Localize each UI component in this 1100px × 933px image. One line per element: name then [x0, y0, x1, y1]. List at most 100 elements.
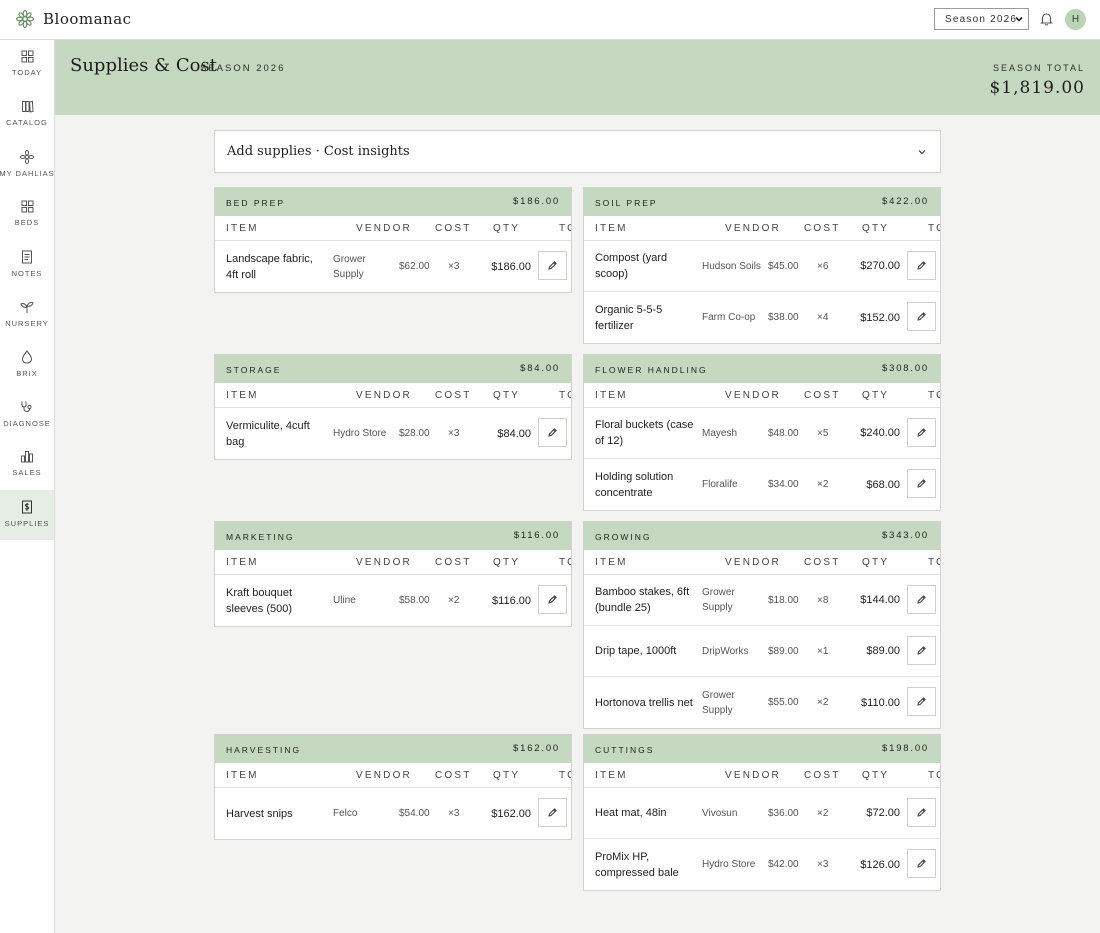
bell-icon[interactable]: [1040, 12, 1053, 26]
category-card-marketing: MARKETING $116.00 ITEM VENDOR COST QTY TO Kraft…: [214, 521, 572, 627]
column-header: ITEM: [226, 390, 259, 401]
item-cost: $55.00: [768, 697, 799, 708]
category-name: BED PREP: [226, 198, 285, 208]
sidebar-item-label: DIAGNOSE: [3, 419, 51, 428]
pencil-icon: [917, 261, 926, 270]
edit-item-button[interactable]: [907, 687, 936, 716]
column-header: VENDOR: [356, 223, 412, 234]
table-header: ITEM VENDOR COST QTY TO: [215, 383, 571, 408]
pencil-icon: [548, 428, 557, 437]
table-row: Holding solution concentrate Floralife $34…: [584, 459, 940, 510]
pencil-icon: [917, 428, 926, 437]
column-header: COST: [804, 770, 841, 781]
item-total: $186.00: [491, 260, 531, 273]
edit-item-button[interactable]: [907, 302, 936, 331]
sidebar-item-my-dahlias[interactable]: MY DAHLIAS: [0, 140, 54, 190]
table-header: ITEM VENDOR COST QTY TO: [584, 763, 940, 788]
edit-item-button[interactable]: [538, 418, 567, 447]
edit-item-button[interactable]: [907, 849, 936, 878]
item-cost: $28.00: [399, 428, 430, 439]
edit-item-button[interactable]: [538, 251, 567, 280]
item-cost: $58.00: [399, 595, 430, 606]
chevron-down-icon: [1015, 16, 1023, 22]
column-header: TO: [928, 557, 940, 568]
item-name: Drip tape, 1000ft: [595, 645, 677, 657]
sidebar-item-beds[interactable]: BEDS: [0, 190, 54, 240]
item-total: $110.00: [861, 696, 900, 709]
edit-item-button[interactable]: [907, 798, 936, 827]
item-cost: $36.00: [768, 807, 799, 819]
flower-logo-icon: [16, 10, 34, 28]
add-supplies-panel-toggle[interactable]: Add supplies · Cost insights: [214, 130, 941, 173]
sidebar-item-label: SUPPLIES: [4, 519, 50, 528]
table-header: ITEM VENDOR COST QTY TO: [215, 550, 571, 575]
edit-item-button[interactable]: [538, 585, 567, 614]
category-name: CUTTINGS: [595, 745, 655, 755]
item-qty: ×3: [817, 859, 829, 870]
sidebar-item-supplies[interactable]: SUPPLIES: [0, 490, 54, 540]
item-qty: ×2: [817, 479, 829, 490]
item-qty: ×3: [448, 428, 460, 439]
table-row: Harvest snips Felco $54.00 ×3 $162.00: [215, 788, 571, 839]
column-header: QTY: [862, 390, 890, 401]
item-cost: $45.00: [768, 260, 799, 272]
column-header: QTY: [862, 223, 890, 234]
item-total: $89.00: [866, 645, 900, 657]
table-header: ITEM VENDOR COST QTY TO: [215, 763, 571, 788]
column-header: TO: [559, 390, 571, 401]
category-header: FLOWER HANDLING $308.00: [584, 355, 940, 383]
sprout-icon: [20, 301, 34, 313]
column-header: QTY: [862, 770, 890, 781]
item-cost: $54.00: [399, 808, 430, 819]
column-header: TO: [559, 770, 571, 781]
season-select[interactable]: Season 2026: [934, 8, 1029, 30]
sidebar-item-brix[interactable]: BRIX: [0, 340, 54, 390]
edit-item-button[interactable]: [907, 636, 936, 665]
edit-item-button[interactable]: [907, 418, 936, 447]
sidebar-item-nursery[interactable]: NURSERY: [0, 290, 54, 340]
app-logo[interactable]: Bloomanac: [16, 10, 132, 28]
item-name: Vermiculite, 4cuft bag: [226, 419, 310, 448]
item-qty: ×3: [448, 261, 460, 272]
category-header: HARVESTING $162.00: [215, 735, 571, 763]
column-header: VENDOR: [725, 223, 781, 234]
column-header: VENDOR: [725, 390, 781, 401]
edit-item-button[interactable]: [538, 798, 567, 827]
column-header: VENDOR: [356, 770, 412, 781]
sidebar-item-today[interactable]: TODAY: [0, 40, 54, 90]
column-header: ITEM: [595, 223, 628, 234]
pencil-icon: [917, 808, 926, 817]
pencil-icon: [917, 312, 926, 321]
sidebar-item-sales[interactable]: SALES: [0, 440, 54, 490]
item-name: Landscape fabric, 4ft roll: [226, 252, 313, 281]
bar-chart-icon: [21, 451, 33, 463]
item-vendor: Hudson Soils: [702, 260, 761, 272]
pencil-icon: [917, 697, 926, 706]
category-name: MARKETING: [226, 532, 295, 542]
edit-item-button[interactable]: [907, 469, 936, 498]
edit-item-button[interactable]: [907, 251, 936, 280]
sidebar-item-diagnose[interactable]: DIAGNOSE: [0, 390, 54, 440]
item-qty: ×3: [448, 808, 460, 819]
sidebar-item-catalog[interactable]: CATALOG: [0, 90, 54, 140]
item-cost: $18.00: [768, 594, 799, 606]
books-icon: [21, 100, 34, 113]
column-header: COST: [435, 557, 472, 568]
column-header: QTY: [862, 557, 890, 568]
item-vendor: Mayesh: [702, 427, 738, 439]
category-total: $308.00: [882, 363, 929, 374]
pencil-icon: [548, 261, 557, 270]
item-vendor: Farm Co-op: [702, 312, 756, 323]
sidebar-item-notes[interactable]: NOTES: [0, 240, 54, 290]
table-row: Vermiculite, 4cuft bag Hydro Store $28.00 ×…: [215, 408, 571, 459]
item-vendor: Grower Supply: [702, 689, 735, 716]
item-total: $270.00: [860, 260, 900, 272]
item-vendor: DripWorks: [702, 645, 749, 657]
page-title: Supplies & Cost: [70, 55, 217, 76]
item-name: ProMix HP, compressed bale: [595, 850, 679, 879]
avatar[interactable]: H: [1065, 9, 1086, 30]
edit-item-button[interactable]: [907, 585, 936, 614]
category-total: $162.00: [513, 743, 560, 754]
column-header: VENDOR: [356, 390, 412, 401]
item-name: Holding solution concentrate: [595, 470, 674, 499]
